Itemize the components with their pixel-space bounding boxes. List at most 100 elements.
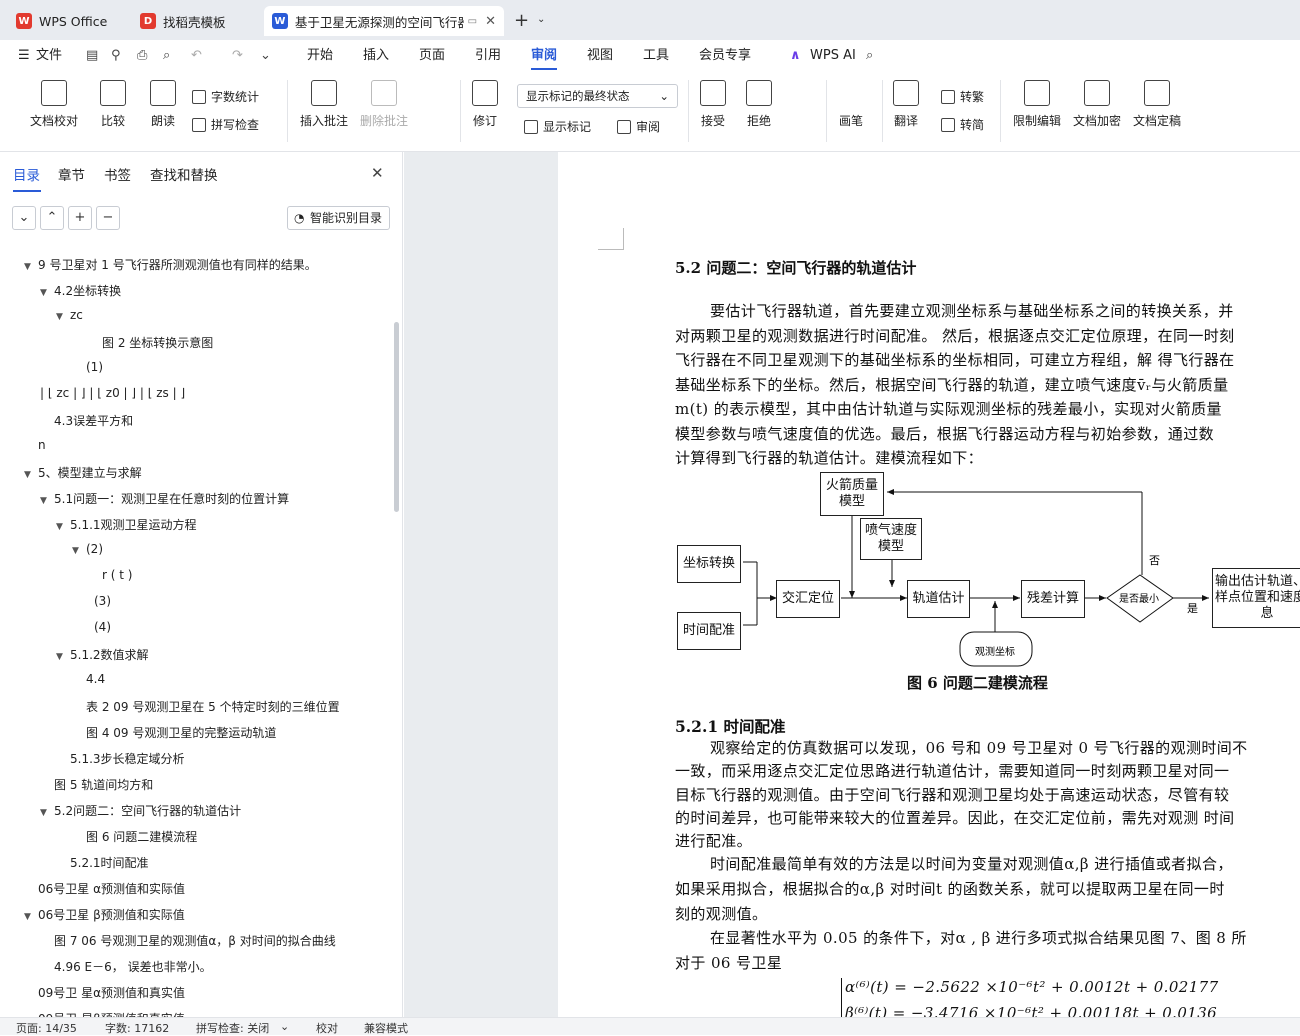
- toc-item[interactable]: 图 4 09 号观测卫星的完整运动轨道: [86, 724, 276, 741]
- new-tab-icon[interactable]: +: [514, 10, 529, 31]
- toc-item[interactable]: 4.96 E－6， 误差也非常小。: [54, 958, 212, 975]
- toc-item[interactable]: (4): [94, 620, 111, 634]
- smart-toc-button[interactable]: ◔ 智能识别目录: [287, 206, 390, 230]
- toc-item[interactable]: r ( t ): [102, 568, 132, 582]
- tab-wps-office[interactable]: W WPS Office: [8, 6, 124, 36]
- toc-item[interactable]: 4.3误差平方和: [54, 412, 133, 429]
- share-icon[interactable]: ⚲: [111, 40, 121, 72]
- expand-arrow-icon[interactable]: ▼: [56, 652, 70, 662]
- tab-toc[interactable]: 目录: [13, 164, 41, 192]
- window-icon[interactable]: ▭: [468, 16, 477, 27]
- accept-button[interactable]: 接受: [700, 80, 726, 129]
- toc-item[interactable]: (3): [94, 594, 111, 608]
- toc-item[interactable]: 09号卫 星β预测值和真实值: [38, 1010, 185, 1017]
- toc-item[interactable]: (1): [86, 360, 103, 374]
- save-icon[interactable]: ▤: [86, 40, 98, 72]
- tab-docer[interactable]: D 找稻壳模板: [132, 6, 256, 36]
- collapse-up-button[interactable]: ⌃: [40, 206, 64, 230]
- delete-comment-button[interactable]: 删除批注: [360, 80, 408, 129]
- menu-tools[interactable]: 工具: [643, 40, 669, 72]
- chevron-down-icon[interactable]: ⌄: [260, 40, 271, 72]
- expand-arrow-icon[interactable]: ▼: [40, 496, 54, 506]
- close-icon[interactable]: ✕: [371, 164, 384, 182]
- word-count[interactable]: 字数: 17162: [105, 1020, 169, 1036]
- expand-arrow-icon[interactable]: ▼: [40, 288, 54, 298]
- menu-reference[interactable]: 引用: [475, 40, 501, 72]
- doc-proof-button[interactable]: 文档校对: [30, 80, 78, 129]
- expand-arrow-icon[interactable]: ▼: [24, 470, 38, 480]
- toc-item[interactable]: 06号卫星 α预测值和实际值: [38, 880, 185, 897]
- review-pane-button[interactable]: 审阅: [617, 118, 660, 135]
- toc-item[interactable]: ▼ 5.2问题二：空间飞行器的轨道估计: [40, 802, 241, 819]
- insert-comment-button[interactable]: 插入批注: [300, 80, 348, 129]
- chevron-down-icon[interactable]: ⌄: [280, 1020, 289, 1033]
- revise-button[interactable]: 修订: [472, 80, 498, 129]
- menu-start[interactable]: 开始: [307, 40, 333, 72]
- menu-icon[interactable]: ☰: [18, 40, 30, 72]
- close-icon[interactable]: ✕: [485, 14, 496, 29]
- collapse-down-button[interactable]: ⌄: [12, 206, 36, 230]
- menu-review[interactable]: 审阅: [531, 40, 558, 72]
- tab-find-replace[interactable]: 查找和替换: [150, 164, 218, 184]
- tab-bookmark[interactable]: 书签: [104, 164, 131, 184]
- expand-arrow-icon[interactable]: ▼: [56, 312, 70, 322]
- toc-item[interactable]: 图 2 坐标转换示意图: [102, 334, 213, 351]
- toc-item[interactable]: ▼ (2): [72, 542, 103, 556]
- expand-arrow-icon[interactable]: ▼: [56, 522, 70, 532]
- menu-member[interactable]: 会员专享: [699, 40, 751, 72]
- read-aloud-button[interactable]: 朗读: [150, 80, 176, 129]
- toc-item[interactable]: ▼ zc: [56, 308, 83, 322]
- encrypt-button[interactable]: 文档加密: [1073, 80, 1121, 129]
- restrict-edit-button[interactable]: 限制编辑: [1013, 80, 1061, 129]
- toc-item[interactable]: ▼ 4.2坐标转换: [40, 282, 121, 299]
- toc-item[interactable]: 图 6 问题二建模流程: [86, 828, 197, 845]
- ink-button[interactable]: 画笔: [838, 80, 864, 129]
- toc-item[interactable]: 图 5 轨道间均方和: [54, 776, 153, 793]
- search-icon[interactable]: ⌕: [866, 40, 873, 72]
- print-preview-icon[interactable]: ⌕: [163, 40, 170, 72]
- menu-page[interactable]: 页面: [419, 40, 445, 72]
- file-menu[interactable]: 文件: [36, 40, 62, 72]
- proof-status[interactable]: 校对: [316, 1020, 338, 1036]
- toc-item[interactable]: ▼ 9 号卫星对 1 号飞行器所测观测值也有同样的结果。: [24, 256, 317, 273]
- toc-item[interactable]: ▼ 5.1.1观测卫星运动方程: [56, 516, 197, 533]
- tab-document[interactable]: W 基于卫星无源探测的空间飞行器 ▭ ✕: [264, 6, 504, 36]
- toc-item[interactable]: 表 2 09 号观测卫星在 5 个特定时刻的三维位置: [86, 698, 340, 715]
- toc-item[interactable]: n: [38, 438, 46, 452]
- toc-item[interactable]: 5.1.3步长稳定域分析: [70, 750, 185, 767]
- toc-item[interactable]: ▼ 06号卫星 β预测值和实际值: [24, 906, 185, 923]
- menu-insert[interactable]: 插入: [363, 40, 389, 72]
- remove-heading-button[interactable]: −: [96, 206, 120, 230]
- menu-wps-ai[interactable]: WPS AI: [810, 40, 856, 72]
- toc-item[interactable]: 09号卫 星α预测值和真实值: [38, 984, 185, 1001]
- toc-scrollbar[interactable]: [394, 322, 399, 512]
- to-traditional-button[interactable]: 转繁: [941, 88, 984, 105]
- toc-item[interactable]: 4.4: [86, 672, 105, 686]
- finalize-button[interactable]: 文档定稿: [1133, 80, 1181, 129]
- toc-item[interactable]: | ⌊ zc | ⌋ | ⌊ z0 | ⌋ | ⌊ zs | ⌋: [40, 386, 185, 400]
- reject-button[interactable]: 拒绝: [746, 80, 772, 129]
- to-simplified-button[interactable]: 转简: [941, 116, 984, 133]
- toc-item[interactable]: 图 7 06 号观测卫星的观测值α，β 对时间的拟合曲线: [54, 932, 336, 949]
- toc-item[interactable]: ▼ 5、模型建立与求解: [24, 464, 142, 481]
- toc-item[interactable]: ▼ 5.1.2数值求解: [56, 646, 149, 663]
- toc-item[interactable]: 5.2.1时间配准: [70, 854, 149, 871]
- undo-icon[interactable]: ↶: [191, 40, 202, 72]
- chevron-down-icon[interactable]: ⌄: [537, 14, 545, 25]
- translate-button[interactable]: 翻译: [893, 80, 919, 129]
- markup-state-select[interactable]: 显示标记的最终状态 ⌄: [517, 84, 678, 108]
- expand-arrow-icon[interactable]: ▼: [72, 546, 86, 556]
- word-count-button[interactable]: 字数统计: [192, 88, 259, 105]
- print-icon[interactable]: ⎙: [137, 40, 147, 72]
- menu-view[interactable]: 视图: [587, 40, 613, 72]
- expand-arrow-icon[interactable]: ▼: [40, 808, 54, 818]
- expand-arrow-icon[interactable]: ▼: [24, 262, 38, 272]
- spell-status[interactable]: 拼写检查: 关闭: [196, 1020, 269, 1036]
- tab-chapter[interactable]: 章节: [58, 164, 85, 184]
- toc-item[interactable]: ▼ 5.1问题一：观测卫星在任意时刻的位置计算: [40, 490, 289, 507]
- expand-arrow-icon[interactable]: ▼: [24, 912, 38, 922]
- page-indicator[interactable]: 页面: 14/35: [16, 1020, 77, 1036]
- show-markup-button[interactable]: 显示标记: [524, 118, 591, 135]
- spell-check-button[interactable]: 拼写检查: [192, 116, 259, 133]
- add-heading-button[interactable]: +: [68, 206, 92, 230]
